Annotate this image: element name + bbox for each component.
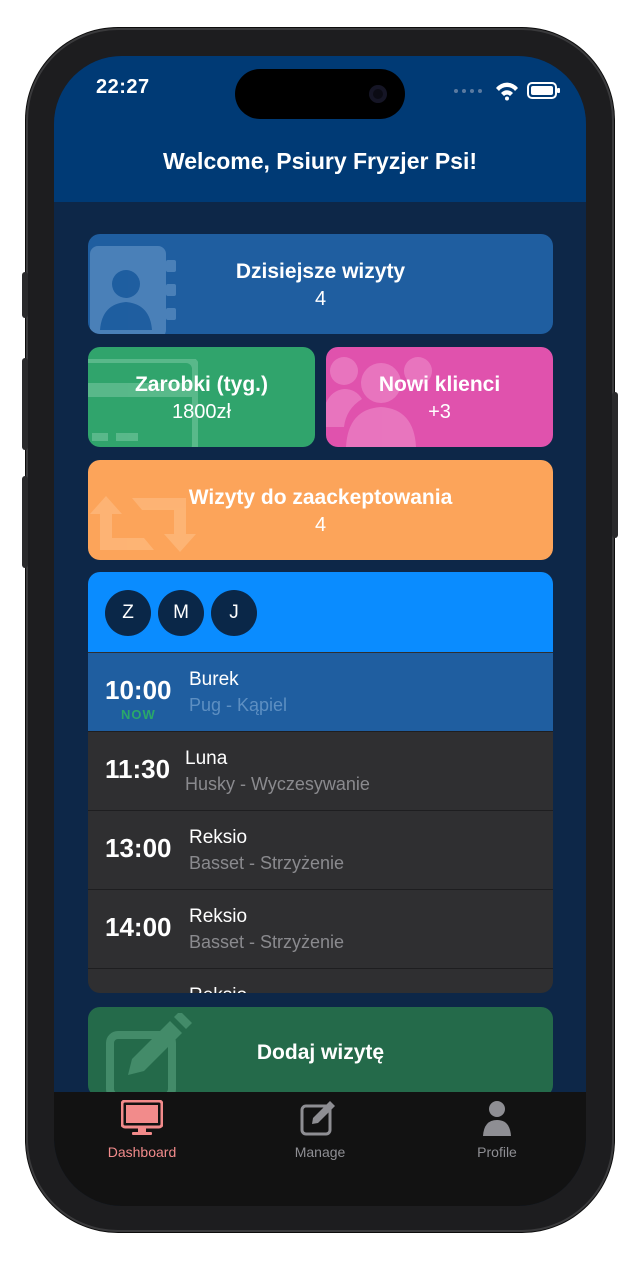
appointment-pet-name: Reksio xyxy=(189,985,247,993)
appointment-row[interactable]: 11:30 Luna Husky - Wyczesywanie xyxy=(88,732,553,811)
add-appointment-label: Dodaj wizytę xyxy=(256,1041,385,1064)
appointment-pet-name: Reksio xyxy=(189,906,248,927)
appointment-pet-name: Luna xyxy=(185,748,228,769)
status-time: 22:27 xyxy=(96,76,150,98)
new-clients-card[interactable]: Nowi klienci +3 xyxy=(326,347,553,447)
appointment-detail: Basset - Strzyżenie xyxy=(189,932,345,952)
new-clients-title: Nowi klienci xyxy=(378,373,501,396)
appointment-pet-name: Reksio xyxy=(189,827,248,848)
edit-icon xyxy=(300,1101,335,1136)
appointment-row[interactable]: 13:00 Reksio Basset - Strzyżenie xyxy=(88,811,553,890)
today-visits-card[interactable]: Dzisiejsze wizyty 4 xyxy=(88,234,553,334)
tab-profile[interactable]: Profile xyxy=(427,1092,567,1172)
cellular-signal-icon xyxy=(454,89,482,93)
status-icons xyxy=(452,80,562,102)
add-appointment-button[interactable]: Dodaj wizytę xyxy=(88,1007,553,1097)
tab-bar: Dashboard Manage Profile xyxy=(54,1092,586,1206)
new-clients-value: +3 xyxy=(428,401,451,423)
tab-manage[interactable]: Manage xyxy=(250,1092,390,1172)
battery-icon xyxy=(527,82,560,99)
wifi-icon xyxy=(496,82,518,101)
pending-visits-card[interactable]: Wizyty do zaackeptowania 4 xyxy=(88,460,553,560)
staff-avatar[interactable]: J xyxy=(211,590,257,636)
today-visits-title: Dzisiejsze wizyty xyxy=(235,260,406,283)
dynamic-island xyxy=(235,69,405,119)
schedule-panel: Z M J 10:00 NOW Burek Pug - Kąpiel 11:30… xyxy=(88,572,553,993)
earnings-card[interactable]: Zarobki (tyg.) 1800zł xyxy=(88,347,315,447)
users-icon xyxy=(326,357,432,447)
appointment-detail: Husky - Wyczesywanie xyxy=(185,774,370,794)
power-button xyxy=(612,392,618,538)
volume-up-button xyxy=(22,358,28,450)
tab-dashboard-label: Dashboard xyxy=(107,1144,177,1160)
pending-visits-title: Wizyty do zaackeptowania xyxy=(188,486,453,509)
appointment-time: 13:00 xyxy=(105,833,172,863)
appointment-time: 14:00 xyxy=(105,912,172,942)
earnings-value: 1800zł xyxy=(172,401,231,423)
today-visits-value: 4 xyxy=(314,288,327,310)
mute-switch xyxy=(22,272,28,318)
user-icon xyxy=(483,1101,511,1136)
appointment-pet-name: Burek xyxy=(189,669,239,690)
tab-profile-label: Profile xyxy=(477,1144,517,1160)
camera-icon xyxy=(369,85,387,103)
tab-manage-label: Manage xyxy=(294,1144,346,1160)
header: 22:27 Welcome, Psiury Fryzjer Psi! xyxy=(54,56,586,202)
volume-down-button xyxy=(22,476,28,568)
app-screen: 22:27 Welcome, Psiury Fryzjer Psi! Dzisi… xyxy=(54,56,586,1206)
appointment-time: 11:30 xyxy=(105,754,171,784)
earnings-title: Zarobki (tyg.) xyxy=(134,373,268,396)
now-badge: NOW xyxy=(121,707,156,722)
tab-dashboard[interactable]: Dashboard xyxy=(72,1092,212,1172)
appointment-time: 10:00 xyxy=(105,675,172,705)
appointment-detail: Pug - Kąpiel xyxy=(189,695,288,715)
pending-visits-value: 4 xyxy=(314,514,327,536)
welcome-title: Welcome, Psiury Fryzjer Psi! xyxy=(162,148,478,174)
desktop-icon xyxy=(121,1100,163,1135)
staff-avatar[interactable]: M xyxy=(158,590,204,636)
appointment-row[interactable]: 10:00 NOW Burek Pug - Kąpiel xyxy=(88,653,553,732)
staff-selector: Z M J xyxy=(88,572,553,652)
appointment-detail: Basset - Strzyżenie xyxy=(189,853,345,873)
appointment-row[interactable]: 14:00 Reksio Basset - Strzyżenie xyxy=(88,890,553,969)
staff-avatar[interactable]: Z xyxy=(105,590,151,636)
appointment-row[interactable]: Reksio xyxy=(88,969,553,993)
